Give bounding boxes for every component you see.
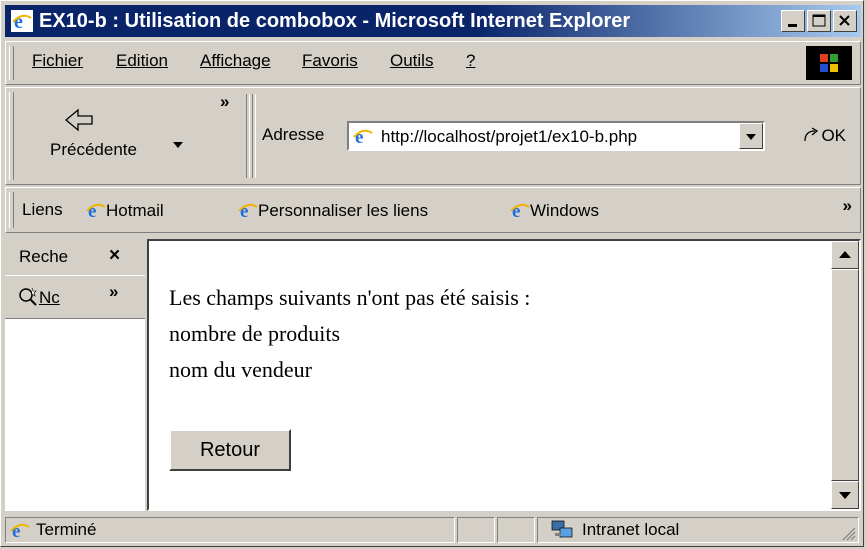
close-button[interactable] bbox=[833, 10, 857, 32]
back-arrow-icon bbox=[64, 108, 93, 132]
ie-icon: e bbox=[238, 201, 258, 222]
toolbar-grip bbox=[9, 92, 14, 180]
search-pane-title: Reche bbox=[19, 247, 69, 266]
menu-favoris[interactable]: Favoris bbox=[302, 51, 358, 71]
back-dropdown-arrow-icon[interactable] bbox=[172, 140, 184, 150]
status-text: Terminé bbox=[36, 520, 97, 539]
address-combobox[interactable]: e http://localhost/projet1/ex10-b.php bbox=[347, 121, 765, 151]
go-label: OK bbox=[821, 126, 846, 145]
vertical-scrollbar[interactable] bbox=[831, 241, 859, 509]
menu-affichage[interactable]: Affichage bbox=[200, 51, 271, 71]
maximize-button[interactable] bbox=[807, 10, 831, 32]
link-personnaliser[interactable]: e Personnaliser les liens bbox=[238, 200, 428, 222]
minimize-button[interactable] bbox=[781, 10, 805, 32]
ie-page-icon: e bbox=[10, 521, 30, 540]
svg-text:e: e bbox=[240, 201, 248, 220]
search-pane-header: Reche × bbox=[5, 239, 145, 275]
retour-button[interactable]: Retour bbox=[169, 429, 291, 471]
svg-text:e: e bbox=[88, 201, 96, 220]
menu-help[interactable]: ? bbox=[466, 51, 475, 71]
close-icon[interactable]: × bbox=[109, 245, 120, 267]
new-search-button[interactable]: Nc bbox=[17, 286, 60, 308]
links-grip bbox=[9, 192, 14, 228]
svg-text:e: e bbox=[512, 201, 520, 220]
ie-icon: e bbox=[510, 201, 530, 222]
missing-field-1: nombre de produits bbox=[169, 321, 341, 346]
window-title: EX10-b : Utilisation de combobox - Micro… bbox=[39, 10, 631, 32]
arrow-up-icon bbox=[839, 251, 851, 258]
title-bar[interactable]: e EX10-b : Utilisation de combobox - Mic… bbox=[5, 5, 861, 37]
go-button[interactable]: OK bbox=[801, 125, 846, 146]
missing-field-2: nom du vendeur bbox=[169, 357, 312, 382]
links-chevron[interactable]: » bbox=[843, 196, 852, 216]
status-pane-main: e Terminé bbox=[5, 517, 455, 543]
svg-text:e: e bbox=[355, 127, 363, 146]
toolbar-separator bbox=[246, 94, 250, 178]
link-hotmail[interactable]: e Hotmail bbox=[86, 200, 164, 222]
scroll-thumb[interactable] bbox=[831, 269, 859, 481]
svg-text:e: e bbox=[14, 11, 23, 32]
links-bar: Liens e Hotmail e Personnaliser les liens … bbox=[5, 187, 861, 233]
link-windows[interactable]: e Windows bbox=[510, 200, 599, 222]
toolbar-chevron[interactable]: » bbox=[220, 92, 229, 112]
menu-edition[interactable]: Edition bbox=[116, 51, 168, 71]
maximize-icon bbox=[812, 14, 826, 27]
explorer-chevron[interactable]: » bbox=[109, 282, 118, 302]
address-dropdown-button[interactable] bbox=[739, 123, 763, 149]
search-icon bbox=[19, 287, 37, 306]
close-icon bbox=[839, 15, 850, 26]
chevron-down-icon bbox=[746, 134, 756, 140]
ie-icon: e bbox=[353, 127, 373, 146]
status-bar: e Terminé Intranet local bbox=[5, 515, 861, 545]
status-pane-zone: Intranet local bbox=[537, 517, 859, 543]
address-label: Adresse bbox=[262, 125, 325, 144]
menu-outils[interactable]: Outils bbox=[390, 51, 433, 71]
windows-logo-throbber bbox=[806, 46, 852, 80]
scroll-down-button[interactable] bbox=[831, 481, 859, 509]
message-heading: Les champs suivants n'ont pas été saisis… bbox=[169, 285, 531, 310]
windows-flag-icon bbox=[820, 54, 838, 72]
svg-text:e: e bbox=[12, 521, 20, 540]
status-pane-progress bbox=[457, 517, 495, 543]
status-pane-lock bbox=[497, 517, 535, 543]
links-label: Liens bbox=[22, 200, 63, 219]
ie-icon: e bbox=[86, 201, 106, 222]
menu-bar: Fichier Edition Affichage Favoris Outils… bbox=[5, 41, 861, 85]
search-pane-body bbox=[5, 319, 145, 511]
go-arrow-icon bbox=[804, 127, 819, 142]
zone-label: Intranet local bbox=[582, 520, 680, 539]
back-label: Précédente bbox=[50, 140, 137, 159]
intranet-zone-icon bbox=[551, 520, 573, 538]
explorer-bar: Reche × Nc » bbox=[5, 239, 145, 511]
toolbar-separator bbox=[252, 94, 256, 178]
menu-fichier[interactable]: Fichier bbox=[32, 51, 83, 71]
search-toolbar: Nc » bbox=[5, 275, 145, 319]
back-button[interactable]: Précédente bbox=[20, 102, 170, 166]
arrow-down-icon bbox=[839, 492, 851, 499]
page-content: Les champs suivants n'ont pas été saisis… bbox=[147, 239, 861, 511]
resize-grip-icon[interactable] bbox=[840, 525, 856, 541]
scroll-up-button[interactable] bbox=[831, 241, 859, 269]
address-input[interactable]: http://localhost/projet1/ex10-b.php bbox=[381, 127, 637, 147]
browser-window: e EX10-b : Utilisation de combobox - Mic… bbox=[0, 0, 864, 547]
minimize-icon bbox=[788, 24, 797, 27]
ie-icon: e bbox=[11, 10, 33, 32]
menu-grip[interactable] bbox=[9, 46, 14, 80]
